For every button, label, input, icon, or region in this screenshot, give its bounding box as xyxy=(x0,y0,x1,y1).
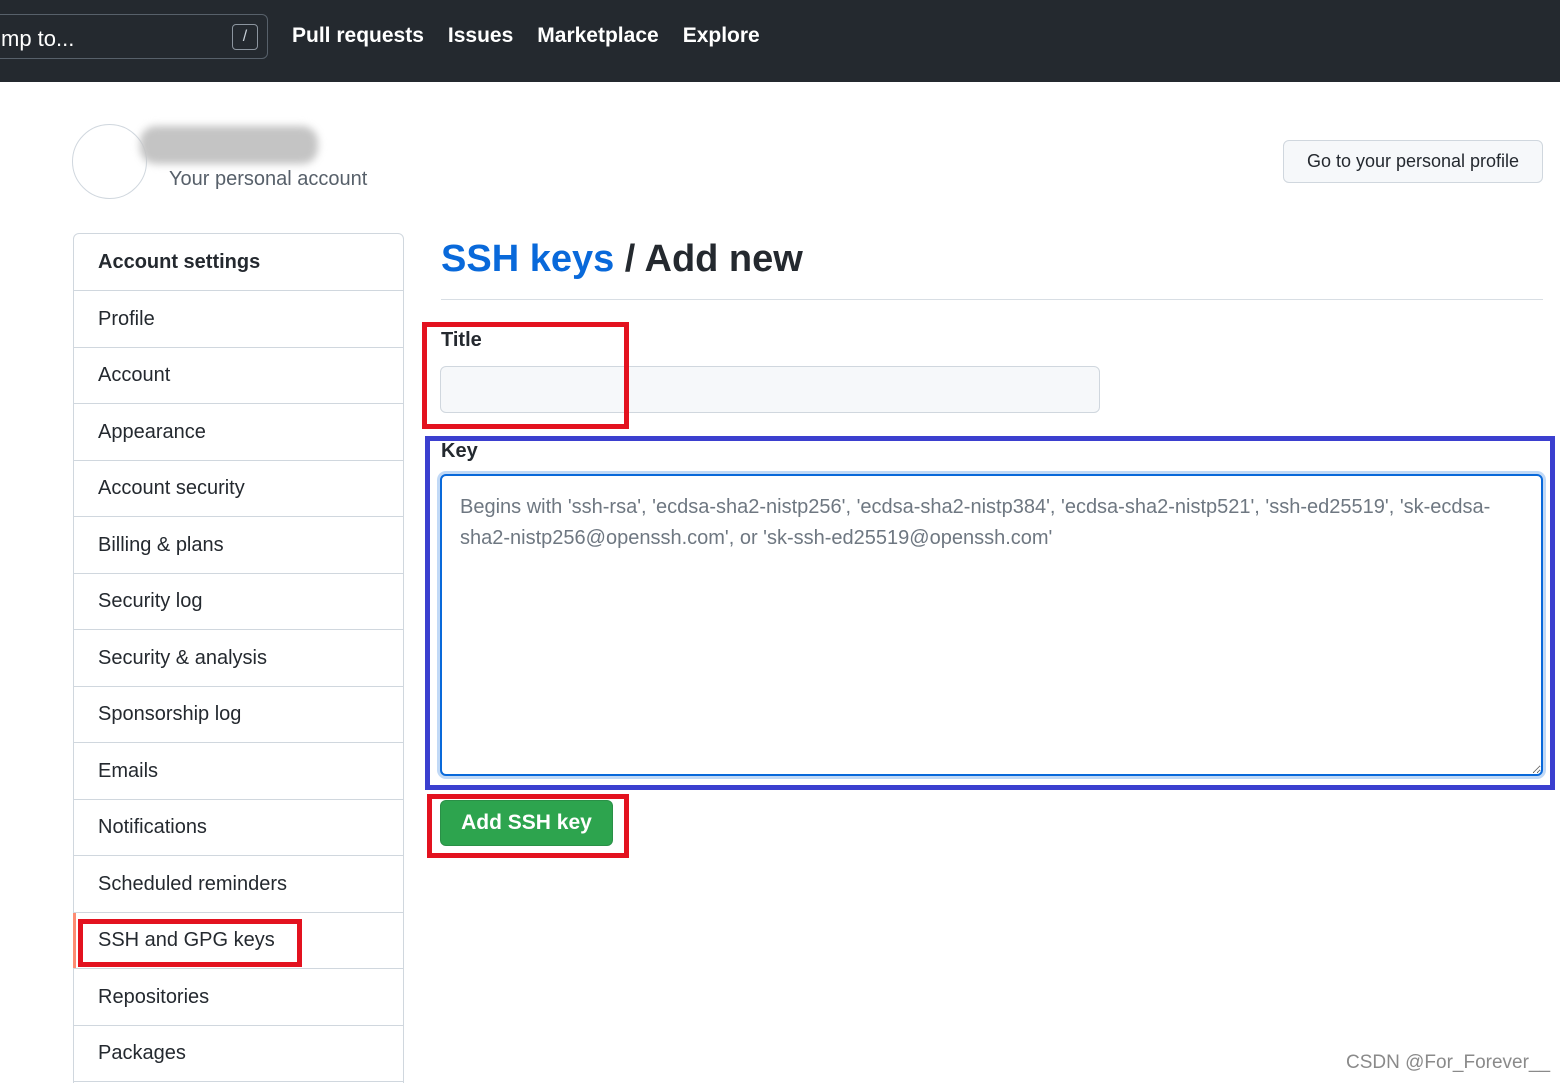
breadcrumb-current: Add new xyxy=(644,238,803,280)
sidebar-item-profile[interactable]: Profile xyxy=(74,291,403,348)
breadcrumb-ssh-keys-link[interactable]: SSH keys xyxy=(441,238,614,280)
breadcrumb-separator: / xyxy=(614,238,645,280)
sidebar-item-appearance[interactable]: Appearance xyxy=(74,404,403,461)
slash-shortcut-icon: / xyxy=(232,24,258,50)
nav-marketplace[interactable]: Marketplace xyxy=(537,24,658,48)
page-title: SSH keys / Add new xyxy=(441,238,803,281)
add-ssh-key-button[interactable]: Add SSH key xyxy=(440,800,613,846)
sidebar-item-billing[interactable]: Billing & plans xyxy=(74,517,403,574)
sidebar-item-ssh-gpg-keys[interactable]: SSH and GPG keys xyxy=(73,913,403,969)
sidebar-item-packages[interactable]: Packages xyxy=(74,1026,403,1082)
sidebar-item-emails[interactable]: Emails xyxy=(74,743,403,800)
sidebar-heading: Account settings xyxy=(74,234,403,291)
redacted-username xyxy=(140,126,318,164)
sidebar-item-repositories[interactable]: Repositories xyxy=(74,969,403,1026)
key-label: Key xyxy=(441,440,478,462)
go-to-profile-button[interactable]: Go to your personal profile xyxy=(1283,140,1543,183)
sidebar-item-account-security[interactable]: Account security xyxy=(74,461,403,517)
sidebar-item-security-analysis[interactable]: Security & analysis xyxy=(74,630,403,687)
top-navbar: mp to... / Pull requests Issues Marketpl… xyxy=(0,0,1560,82)
sidebar-item-sponsorship-log[interactable]: Sponsorship log xyxy=(74,687,403,743)
avatar[interactable] xyxy=(72,124,147,199)
watermark: CSDN @For_Forever__ xyxy=(1346,1052,1551,1073)
key-textarea[interactable] xyxy=(440,474,1543,776)
nav-issues[interactable]: Issues xyxy=(448,24,513,48)
title-input[interactable] xyxy=(440,366,1100,413)
title-label: Title xyxy=(441,329,482,351)
global-nav: Pull requests Issues Marketplace Explore xyxy=(292,24,760,48)
search-input[interactable]: mp to... / xyxy=(0,14,268,59)
settings-sidebar: Account settings Profile Account Appeara… xyxy=(73,233,404,1083)
sidebar-item-scheduled-reminders[interactable]: Scheduled reminders xyxy=(74,856,403,913)
account-type-label: Your personal account xyxy=(169,168,368,190)
nav-pull-requests[interactable]: Pull requests xyxy=(292,24,424,48)
sidebar-item-notifications[interactable]: Notifications xyxy=(74,800,403,856)
nav-explore[interactable]: Explore xyxy=(683,24,760,48)
sidebar-item-account[interactable]: Account xyxy=(74,348,403,404)
sidebar-item-security-log[interactable]: Security log xyxy=(74,574,403,630)
title-divider xyxy=(441,299,1543,300)
search-input-text: mp to... xyxy=(1,26,75,51)
